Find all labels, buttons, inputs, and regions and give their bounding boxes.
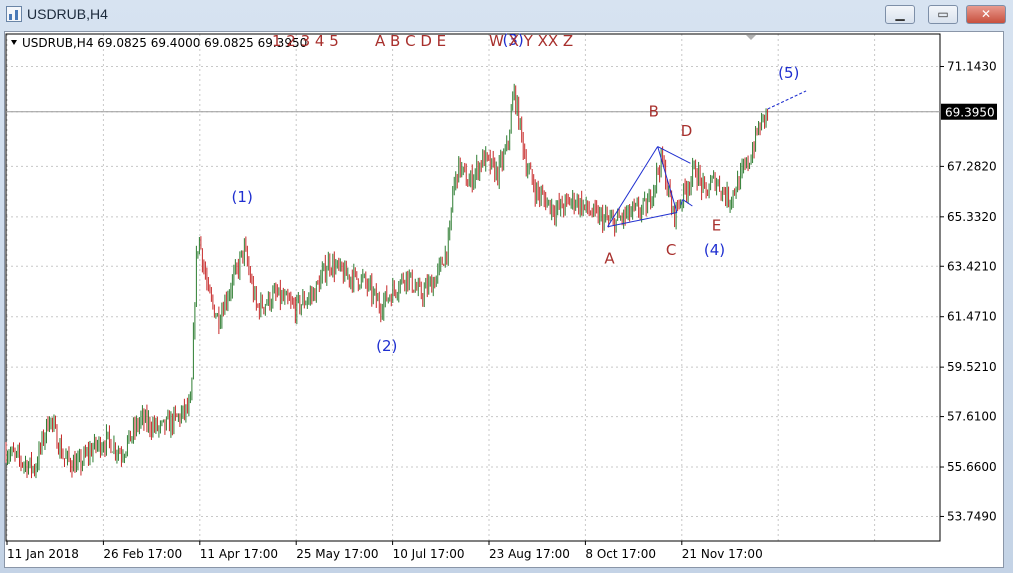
x-tick-label: 23 Aug 17:00 — [489, 547, 570, 561]
symbol-dropdown-icon[interactable] — [11, 40, 17, 45]
price-chart[interactable]: (1)(2)(3)(4)(5)ABCDE71.143067.282065.332… — [0, 0, 1013, 573]
y-tick-label: 65.3320 — [947, 210, 997, 224]
plot-area — [5, 33, 941, 542]
wave-label: (2) — [376, 337, 397, 355]
wave-label: (1) — [232, 188, 253, 206]
label-set-letters[interactable]: A B C D E — [375, 32, 446, 50]
x-tick-label: 10 Jul 17:00 — [393, 547, 465, 561]
wave-label: (5) — [778, 64, 799, 82]
wave-label: E — [712, 217, 721, 235]
chart-window: USDRUB,H4 ▁ ▭ ✕ (1) (2) (3) (4) (5) A B C D E 71.1… — [0, 0, 1013, 573]
y-tick-label: 55.6600 — [947, 460, 997, 474]
x-tick-label: 11 Jan 2018 — [7, 547, 79, 561]
x-tick-label: 21 Nov 17:00 — [682, 547, 763, 561]
y-tick-label: 71.1430 — [947, 60, 997, 74]
wave-label: B — [649, 102, 659, 120]
wave-line-c-e — [682, 199, 693, 207]
label-set-complex[interactable]: W X Y XX Z — [489, 32, 573, 50]
x-tick-label: 8 Oct 17:00 — [585, 547, 656, 561]
y-tick-label: 59.5210 — [947, 360, 997, 374]
y-tick-label: 63.4210 — [947, 259, 997, 273]
wave-line-b-c — [657, 146, 678, 213]
y-tick-label: 57.6100 — [947, 410, 997, 424]
y-tick-label: 53.7490 — [947, 509, 997, 523]
wave-label: D — [681, 122, 693, 140]
symbol-info: USDRUB,H4 69.0825 69.4000 69.0825 69.395… — [22, 36, 307, 50]
wave-label: A — [604, 250, 615, 268]
wave-label: C — [666, 241, 676, 259]
shift-marker-icon[interactable] — [746, 35, 756, 40]
x-tick-label: 11 Apr 17:00 — [200, 547, 278, 561]
wave-label: (4) — [704, 241, 725, 259]
y-tick-label: 61.4710 — [947, 310, 997, 324]
price-tag-label: 69.3950 — [945, 106, 995, 120]
label-set-numbers[interactable]: 1 2 3 4 5 — [272, 32, 339, 50]
y-tick-label: 67.2820 — [947, 159, 997, 173]
wave-projection-line — [767, 90, 807, 110]
x-tick-label: 25 May 17:00 — [296, 547, 378, 561]
x-tick-label: 26 Feb 17:00 — [103, 547, 182, 561]
